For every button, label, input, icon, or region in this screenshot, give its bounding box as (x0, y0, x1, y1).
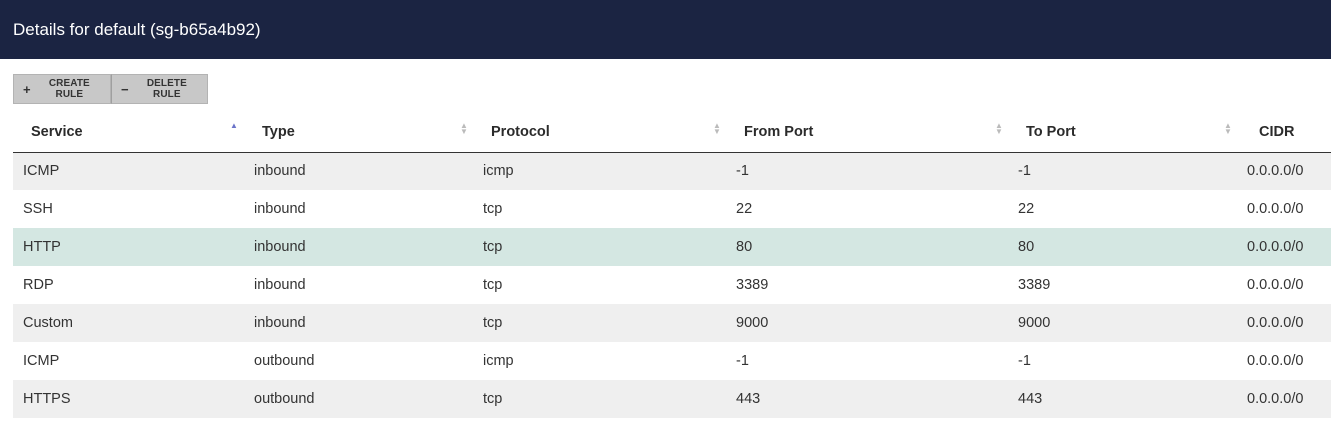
create-rule-label: Create Rule (48, 78, 90, 100)
column-header-type[interactable]: Type ▲ ▼ (244, 112, 473, 153)
delete-rule-button[interactable]: − Delete Rule (111, 74, 208, 104)
page-title: Details for default (sg-b65a4b92) (13, 20, 261, 39)
sort-ascending-icon[interactable]: ▲▼ (230, 122, 238, 135)
sort-icon[interactable]: ▲ ▼ (995, 122, 1003, 136)
cell-service: RDP (13, 266, 244, 304)
cell-to-port: 443 (1008, 380, 1237, 418)
column-header-cidr[interactable]: CIDR (1237, 112, 1331, 153)
table-header-row: Service ▲▼ Type ▲▼ Protocol ▲▼ From Port… (13, 112, 1331, 153)
cell-to-port: 22 (1008, 190, 1237, 228)
plus-icon: + (23, 81, 31, 97)
cell-service: HTTP (13, 228, 244, 266)
cell-to-port: -1 (1008, 152, 1237, 190)
sort-icon[interactable]: ▲ ▼ (1224, 122, 1232, 136)
cell-service: Custom (13, 304, 244, 342)
table-row[interactable]: HTTPS outbound tcp 443 443 0.0.0.0/0 (13, 380, 1331, 418)
cell-protocol: tcp (473, 228, 726, 266)
table-row[interactable]: HTTP inbound tcp 80 80 0.0.0.0/0 (13, 228, 1331, 266)
cell-from-port: -1 (726, 152, 1008, 190)
cell-protocol: icmp (473, 342, 726, 380)
cell-cidr: 0.0.0.0/0 (1237, 380, 1331, 418)
details-header: Details for default (sg-b65a4b92) (0, 0, 1331, 59)
table-row[interactable]: ICMP outbound icmp -1 -1 0.0.0.0/0 (13, 342, 1331, 380)
table-row[interactable]: SSH inbound tcp 22 22 0.0.0.0/0 (13, 190, 1331, 228)
cell-from-port: 3389 (726, 266, 1008, 304)
minus-icon: − (121, 81, 129, 97)
column-header-from-port[interactable]: From Port ▲ ▼ (726, 112, 1008, 153)
cell-to-port: 9000 (1008, 304, 1237, 342)
cell-type: inbound (244, 190, 473, 228)
cell-to-port: 3389 (1008, 266, 1237, 304)
cell-cidr: 0.0.0.0/0 (1237, 152, 1331, 190)
cell-cidr: 0.0.0.0/0 (1237, 228, 1331, 266)
cell-protocol: tcp (473, 190, 726, 228)
cell-type: inbound (244, 266, 473, 304)
cell-from-port: -1 (726, 342, 1008, 380)
rules-table: Service ▲▼ Type ▲▼ Protocol ▲▼ From Port… (13, 112, 1331, 418)
cell-service: HTTPS (13, 380, 244, 418)
create-rule-button[interactable]: + Create Rule (13, 74, 111, 104)
cell-protocol: tcp (473, 266, 726, 304)
cell-protocol: icmp (473, 152, 726, 190)
cell-from-port: 80 (726, 228, 1008, 266)
cell-type: inbound (244, 228, 473, 266)
column-header-service[interactable]: Service ▲▼ (13, 112, 244, 153)
table-row[interactable]: ICMP inbound icmp -1 -1 0.0.0.0/0 (13, 152, 1331, 190)
cell-protocol: tcp (473, 380, 726, 418)
column-header-to-port[interactable]: To Port ▲ ▼ (1008, 112, 1237, 153)
sort-icon[interactable]: ▲ ▼ (713, 122, 721, 136)
cell-cidr: 0.0.0.0/0 (1237, 342, 1331, 380)
table-row[interactable]: RDP inbound tcp 3389 3389 0.0.0.0/0 (13, 266, 1331, 304)
sort-icon[interactable]: ▲ ▼ (460, 122, 468, 136)
delete-rule-label: Delete Rule (146, 78, 187, 100)
cell-from-port: 22 (726, 190, 1008, 228)
cell-service: ICMP (13, 152, 244, 190)
column-header-protocol[interactable]: Protocol ▲ ▼ (473, 112, 726, 153)
cell-to-port: -1 (1008, 342, 1237, 380)
cell-service: ICMP (13, 342, 244, 380)
cell-type: inbound (244, 304, 473, 342)
table-row[interactable]: Custom inbound tcp 9000 9000 0.0.0.0/0 (13, 304, 1331, 342)
rules-table-body: ICMP inbound icmp -1 -1 0.0.0.0/0 SSH inbound tc… (13, 152, 1331, 418)
cell-type: outbound (244, 380, 473, 418)
rules-toolbar: + Create Rule − Delete Rule (13, 74, 208, 104)
cell-from-port: 443 (726, 380, 1008, 418)
cell-cidr: 0.0.0.0/0 (1237, 190, 1331, 228)
cell-type: outbound (244, 342, 473, 380)
cell-to-port: 80 (1008, 228, 1237, 266)
cell-cidr: 0.0.0.0/0 (1237, 304, 1331, 342)
cell-from-port: 9000 (726, 304, 1008, 342)
cell-protocol: tcp (473, 304, 726, 342)
cell-service: SSH (13, 190, 244, 228)
cell-cidr: 0.0.0.0/0 (1237, 266, 1331, 304)
cell-type: inbound (244, 152, 473, 190)
